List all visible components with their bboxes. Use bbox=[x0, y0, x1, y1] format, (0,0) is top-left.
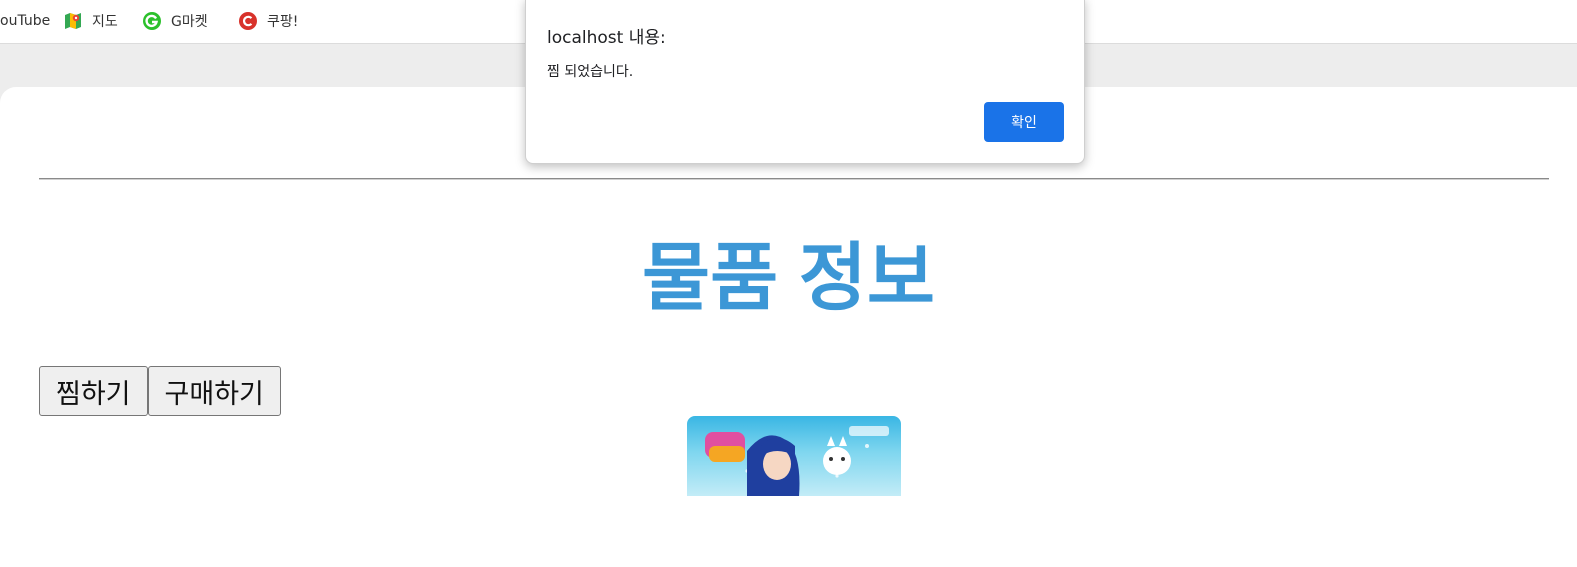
wishlist-button[interactable]: 찜하기 bbox=[39, 366, 148, 416]
bookmark-label: 쿠팡! bbox=[267, 14, 299, 30]
buy-button[interactable]: 구매하기 bbox=[147, 366, 281, 416]
ok-button[interactable]: 확인 bbox=[984, 102, 1064, 142]
gmarket-icon bbox=[143, 12, 161, 30]
dialog-title: localhost 내용: bbox=[547, 28, 666, 48]
action-buttons: 찜하기 구매하기 bbox=[39, 366, 281, 416]
alert-dialog: localhost 내용: 찜 되었습니다. 확인 bbox=[525, 0, 1085, 164]
bookmark-youtube[interactable]: ouTube bbox=[0, 10, 50, 32]
maps-icon bbox=[64, 12, 82, 30]
bookmark-label: G마켓 bbox=[171, 14, 208, 30]
bookmark-gmarket[interactable]: G마켓 bbox=[143, 10, 208, 32]
product-image bbox=[687, 416, 901, 496]
section-title: 물품 정보 bbox=[642, 236, 935, 319]
divider bbox=[39, 178, 1549, 180]
bookmark-label: ouTube bbox=[0, 13, 51, 29]
dialog-message: 찜 되었습니다. bbox=[547, 64, 634, 80]
bookmark-label: 지도 bbox=[92, 14, 118, 30]
bookmark-maps[interactable]: 지도 bbox=[64, 10, 118, 32]
coupang-icon bbox=[239, 12, 257, 30]
bookmark-coupang[interactable]: 쿠팡! bbox=[239, 10, 298, 32]
